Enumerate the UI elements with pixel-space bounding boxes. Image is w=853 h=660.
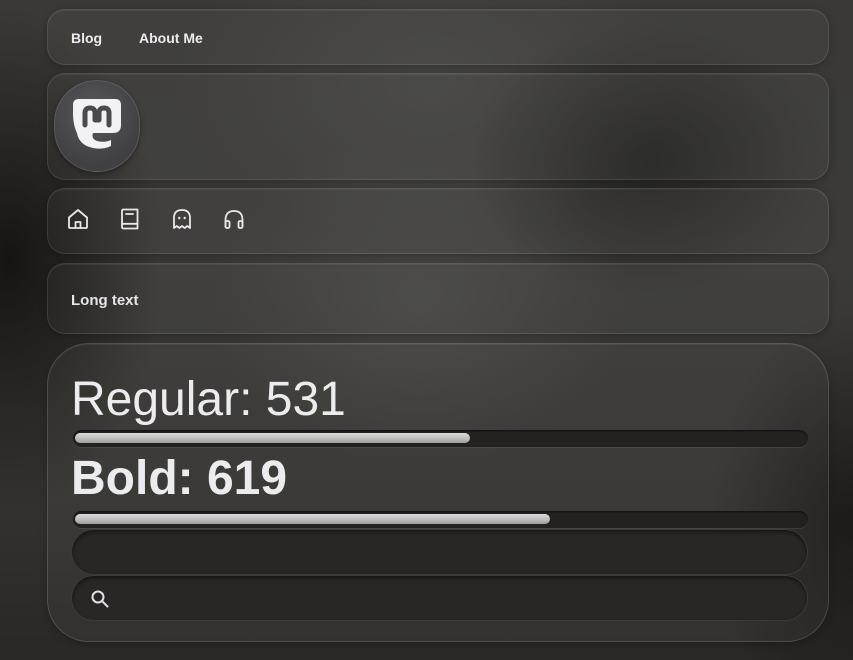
- home-icon[interactable]: [66, 207, 90, 231]
- bold-progress-bar: [73, 511, 808, 528]
- text-input[interactable]: [71, 529, 808, 575]
- nav-link-about-me[interactable]: About Me: [139, 30, 203, 47]
- search-icon: [91, 590, 109, 608]
- nav-link-blog[interactable]: Blog: [71, 30, 102, 47]
- regular-progress-fill: [75, 433, 470, 443]
- search-input[interactable]: [120, 576, 794, 622]
- bold-progress-fill: [75, 514, 550, 524]
- headphones-icon[interactable]: [222, 207, 246, 231]
- avatar[interactable]: [54, 80, 140, 172]
- search-field[interactable]: [71, 575, 808, 622]
- regular-progress-bar: [73, 430, 808, 447]
- book-icon[interactable]: [118, 207, 142, 231]
- profile-card: [47, 73, 829, 180]
- long-text-label: Long text: [71, 292, 139, 309]
- bold-weight-label: Bold: 619: [71, 452, 288, 505]
- long-text-card: Long text: [47, 263, 829, 334]
- mastodon-logo-icon: [73, 99, 121, 149]
- regular-weight-label: Regular: 531: [71, 373, 346, 426]
- font-weight-panel: Regular: 531 Bold: 619: [47, 343, 829, 642]
- icon-toolbar: [47, 188, 829, 254]
- ghost-icon[interactable]: [170, 207, 194, 231]
- top-nav: Blog About Me: [47, 9, 829, 65]
